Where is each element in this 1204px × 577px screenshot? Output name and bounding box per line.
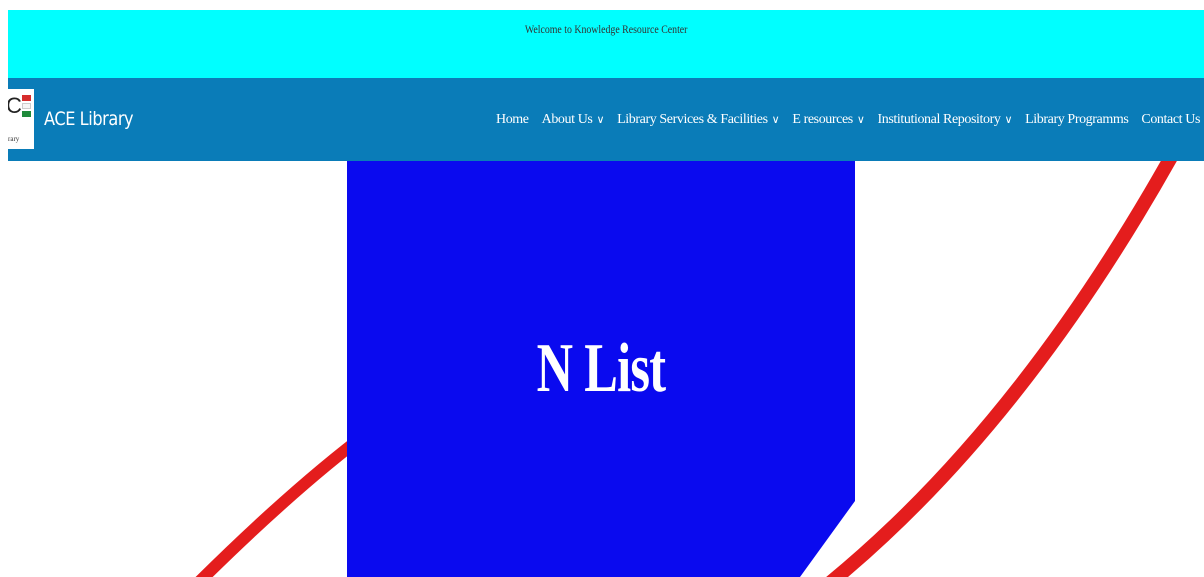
nav-services-label: Library Services & Facilities — [617, 111, 768, 127]
nav-about-label: About Us — [541, 111, 593, 127]
logo-letter: C — [8, 93, 22, 118]
chevron-down-icon: ∨ — [1004, 113, 1013, 126]
nav-eresources-label: E resources — [792, 111, 853, 127]
logo-red-square — [22, 95, 31, 101]
nav-library-services[interactable]: Library Services & Facilities ∨ — [617, 111, 780, 128]
right-arc — [826, 161, 1177, 577]
nav-institutional-repository[interactable]: Institutional Repository ∨ — [877, 112, 1012, 128]
library-logo[interactable]: C rary — [8, 89, 34, 149]
nav-home-label: Home — [495, 111, 529, 127]
welcome-text: Welcome to Knowledge Resource Center — [524, 21, 688, 36]
nav-about-us[interactable]: About Us ∨ — [542, 112, 605, 128]
nav-repository-label: Institutional Repository — [877, 111, 1001, 127]
chevron-down-icon: ∨ — [856, 113, 865, 126]
logo-caption: rary — [8, 135, 20, 143]
left-arc — [195, 426, 374, 577]
main-navbar: C rary ACE Library Home About Us ∨ Librar… — [8, 78, 1204, 161]
nav-contact-us[interactable]: Contact Us — [1141, 112, 1200, 128]
nav-home[interactable]: Home — [496, 112, 529, 128]
nav-programs-label: Library Programms — [1025, 111, 1129, 127]
logo-green-square — [22, 111, 31, 117]
nav-menu: Home About Us ∨ Library Services & Facili… — [496, 78, 1200, 161]
hero-title[interactable]: N List — [418, 329, 784, 409]
logo-white-square — [22, 103, 31, 109]
nav-library-programs[interactable]: Library Programms — [1025, 111, 1129, 128]
nav-e-resources[interactable]: E resources ∨ — [792, 111, 865, 128]
brand-name[interactable]: ACE Library — [44, 108, 134, 130]
welcome-bar: Welcome to Knowledge Resource Center — [8, 10, 1204, 78]
chevron-down-icon: ∨ — [596, 113, 605, 126]
nav-contact-label: Contact Us — [1141, 111, 1200, 127]
chevron-down-icon: ∨ — [771, 113, 780, 126]
hero-banner: N List — [0, 161, 1204, 577]
